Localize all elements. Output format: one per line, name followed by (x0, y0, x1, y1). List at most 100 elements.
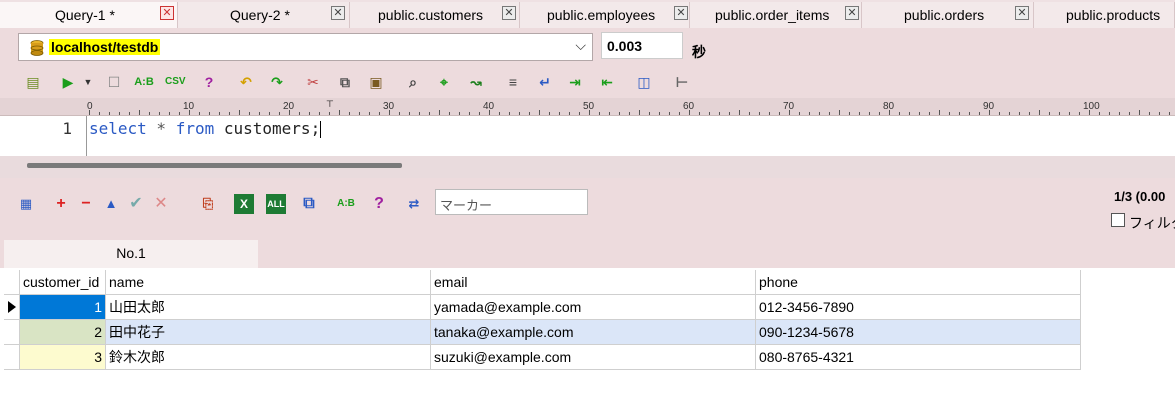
filter-checkbox[interactable] (1111, 213, 1125, 227)
table-row[interactable]: 2 田中花子 tanaka@example.com 090-1234-5678 (4, 320, 1081, 345)
tab-label: public.order_items (715, 7, 830, 23)
ruler-tick (1159, 112, 1160, 115)
table-row[interactable]: 1 山田太郎 yamada@example.com 012-3456-7890 (4, 295, 1081, 320)
stop-icon[interactable]: ☐ (104, 72, 124, 92)
align-icon[interactable]: ≡ (503, 72, 523, 92)
ruler-tick (339, 110, 340, 115)
redo-icon[interactable]: ↷ (267, 72, 287, 92)
connection-name: localhost/testdb (49, 39, 161, 55)
row-selector[interactable] (4, 345, 20, 370)
ruler-tick (839, 110, 840, 115)
tab-query-2[interactable]: Query-2 * ✕ (178, 2, 350, 28)
outdent-icon[interactable]: ⇤ (597, 72, 617, 92)
ruler-label: 100 (1083, 101, 1100, 112)
format-icon[interactable]: ↝ (466, 72, 486, 92)
ruler-tick (669, 112, 670, 115)
column-settings-icon[interactable]: ⇄ (404, 194, 424, 214)
row-selector[interactable] (4, 295, 20, 320)
move-up-icon[interactable]: ▲ (101, 194, 121, 214)
run-to-text-icon[interactable]: A:B (134, 72, 154, 92)
grid-header-row: customer_id name email phone (4, 270, 1081, 295)
apply-icon[interactable]: ✔ (126, 194, 146, 214)
delete-row-icon[interactable]: − (76, 194, 96, 214)
column-header-name[interactable]: name (106, 270, 431, 295)
grid-corner (4, 270, 20, 295)
tab-result-1[interactable]: No.1 (4, 240, 258, 268)
ruler-tick (709, 112, 710, 115)
ruler-tick (269, 112, 270, 115)
cell-customer-id[interactable]: 2 (20, 320, 106, 345)
tree-icon[interactable]: ⊢ (672, 72, 692, 92)
cell-email[interactable]: yamada@example.com (431, 295, 756, 320)
close-icon[interactable]: ✕ (160, 6, 174, 20)
ruler-tick (199, 112, 200, 115)
ruler-cursor-marker: ⊤ (326, 99, 334, 109)
copy-grid-icon[interactable]: ⧉ (299, 194, 319, 214)
record-view-icon[interactable]: ▦ (16, 194, 36, 214)
cell-phone[interactable]: 090-1234-5678 (756, 320, 1081, 345)
add-row-icon[interactable]: + (51, 194, 71, 214)
table-row[interactable]: 3 鈴木次郎 suzuki@example.com 080-8765-4321 (4, 345, 1081, 370)
excel-all-icon[interactable]: ALL (266, 194, 286, 214)
explain-icon[interactable]: ? (199, 72, 219, 92)
ruler-tick (659, 112, 660, 115)
close-icon[interactable]: ✕ (845, 6, 859, 20)
close-icon[interactable]: ✕ (1015, 6, 1029, 20)
horizontal-scrollbar[interactable] (0, 156, 1175, 178)
run-icon[interactable]: ▶ (58, 72, 78, 92)
cell-email[interactable]: suzuki@example.com (431, 345, 756, 370)
close-icon[interactable]: ✕ (674, 6, 688, 20)
cell-phone[interactable]: 080-8765-4321 (756, 345, 1081, 370)
close-icon[interactable]: ✕ (502, 6, 516, 20)
ruler-tick (939, 110, 940, 115)
database-icon (30, 40, 44, 56)
excel-icon[interactable]: X (234, 194, 254, 214)
tab-public-products[interactable]: public.products (1034, 2, 1175, 28)
search-icon[interactable]: ⌕ (403, 72, 423, 92)
tab-public-customers[interactable]: public.customers ✕ (350, 2, 520, 28)
column-header-phone[interactable]: phone (756, 270, 1081, 295)
column-header-customer-id[interactable]: customer_id (20, 270, 106, 295)
undo-icon[interactable]: ↶ (236, 72, 256, 92)
copy-icon[interactable]: ⧉ (335, 72, 355, 92)
column-header-email[interactable]: email (431, 270, 756, 295)
ruler-tick (729, 112, 730, 115)
indent-icon[interactable]: ⇥ (565, 72, 585, 92)
tab-public-orders[interactable]: public.orders ✕ (862, 2, 1034, 28)
close-icon[interactable]: ✕ (331, 6, 345, 20)
tab-public-employees[interactable]: public.employees ✕ (520, 2, 690, 28)
ruler-tick (829, 112, 830, 115)
run-to-text-icon[interactable]: A:B (336, 194, 356, 214)
cell-customer-id[interactable]: 1 (20, 295, 106, 320)
marker-input[interactable]: マーカー (435, 189, 588, 215)
ruler-tick (409, 112, 410, 115)
cut-icon[interactable]: ✂ (303, 72, 323, 92)
split-view-icon[interactable]: ◫ (634, 72, 654, 92)
paste-icon[interactable]: ▣ (366, 72, 386, 92)
tab-public-order-items[interactable]: public.order_items ✕ (690, 2, 862, 28)
explain-icon[interactable]: ? (369, 194, 389, 214)
sql-code[interactable]: select * from customers; (89, 119, 322, 138)
cell-email[interactable]: tanaka@example.com (431, 320, 756, 345)
query-tab-bar: Query-1 * ✕ Query-2 * ✕ public.customers… (0, 0, 1175, 28)
run-dropdown-icon[interactable]: ▼ (78, 72, 98, 92)
cell-name[interactable]: 山田太郎 (106, 295, 431, 320)
cell-customer-id[interactable]: 3 (20, 345, 106, 370)
cell-name[interactable]: 鈴木次郎 (106, 345, 431, 370)
export-icon[interactable]: ⎘ (198, 194, 218, 214)
scrollbar-thumb[interactable] (27, 163, 402, 168)
ruler-tick (599, 112, 600, 115)
row-selector[interactable] (4, 320, 20, 345)
cancel-icon[interactable]: ✕ (151, 194, 171, 214)
tab-query-1[interactable]: Query-1 * ✕ (0, 2, 178, 28)
run-to-csv-icon[interactable]: CSV (165, 72, 186, 92)
connection-select[interactable]: localhost/testdb ⌵ (18, 33, 593, 61)
ruler-tick (699, 112, 700, 115)
sql-editor[interactable]: 1 select * from customers; (0, 116, 1175, 156)
wrap-icon[interactable]: ↵ (535, 72, 555, 92)
replace-icon[interactable]: ⌖ (434, 72, 454, 92)
cell-phone[interactable]: 012-3456-7890 (756, 295, 1081, 320)
ruler-tick (149, 112, 150, 115)
cell-name[interactable]: 田中花子 (106, 320, 431, 345)
commit-icon[interactable]: ▤ (23, 72, 43, 92)
